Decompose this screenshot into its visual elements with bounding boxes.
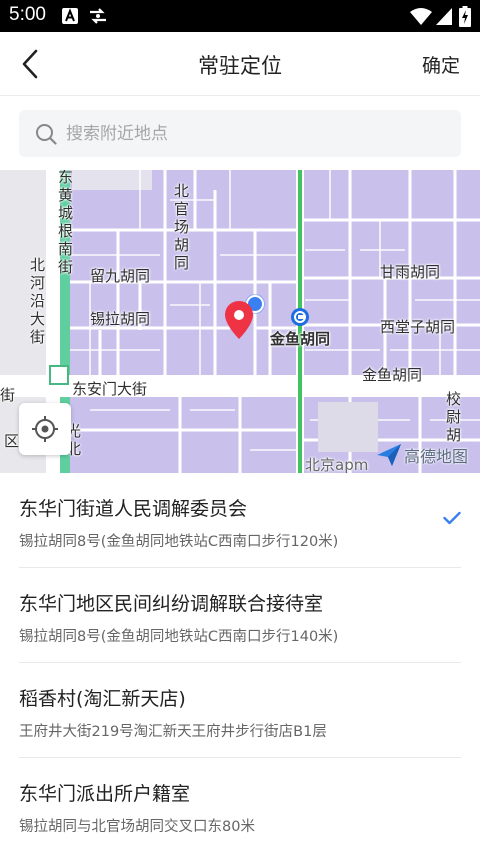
status-bar: 5:00: [0, 0, 480, 32]
place-name: 东华门街道人民调解委员会: [19, 498, 248, 520]
map-label-ganyu: 甘雨胡同: [380, 263, 441, 281]
place-name: 东华门地区民间纠纷调解联合接待室: [19, 593, 324, 615]
map-label-liujiu: 留九胡同: [90, 267, 151, 285]
checkmark-icon: [443, 511, 461, 525]
map-label-beiheyan: 北河沿大街: [30, 256, 46, 346]
map-label-beijing-apm: 北京apm: [305, 456, 369, 473]
gaode-logo: 高德地图: [376, 443, 468, 467]
back-button[interactable]: [12, 46, 48, 82]
gaode-logo-icon: [377, 444, 401, 466]
map-label-jinyu-metro: 金鱼胡同: [270, 330, 331, 348]
map-label-jie: 街: [0, 386, 16, 404]
search-input[interactable]: [66, 123, 446, 144]
list-item[interactable]: 东华门地区民间纠纷调解联合接待室 锡拉胡同8号(金鱼胡同地铁站C西南口步行140…: [19, 568, 461, 663]
status-time: 5:00: [9, 4, 46, 25]
locate-button[interactable]: [19, 403, 71, 455]
place-name: 稻香村(淘汇新天店): [19, 688, 186, 710]
map-label-xiaowei: 校尉胡: [446, 390, 462, 444]
metro-station-icon: [291, 308, 309, 326]
place-address: 锡拉胡同8号(金鱼胡同地铁站C西南口步行120米): [19, 534, 339, 550]
search-bar[interactable]: [19, 110, 461, 157]
crosshair-icon: [32, 416, 58, 442]
location-pin-icon: [225, 301, 253, 339]
map-label-dongan: 东安门大街: [72, 380, 148, 398]
gaode-logo-text: 高德地图: [404, 447, 469, 466]
map-label-beiguanchang: 北官场胡同: [174, 182, 190, 272]
map-label-qu: 区: [4, 432, 20, 450]
place-address: 锡拉胡同8号(金鱼胡同地铁站C西南口步行140米): [19, 629, 339, 645]
battery-charging-icon: [459, 6, 471, 27]
map-label-jinyu: 金鱼胡同: [362, 366, 423, 384]
map-label-xitangzi: 西堂子胡同: [380, 318, 456, 336]
chevron-left-icon: [22, 49, 38, 79]
place-name: 东华门派出所户籍室: [19, 783, 191, 805]
page-title: 常驻定位: [198, 54, 282, 78]
sync-icon: [90, 8, 106, 24]
map-area[interactable]: 北官场胡同 东黄城根南街 北河沿大街 留九胡同 锡拉胡同 甘雨胡同 金鱼胡同 西…: [0, 170, 480, 473]
confirm-button[interactable]: 确定: [422, 51, 460, 78]
place-address: 锡拉胡同与北官场胡同交叉口东80米: [19, 819, 255, 835]
notification-a-icon: [62, 8, 78, 24]
list-item[interactable]: 东华门街道人民调解委员会 锡拉胡同8号(金鱼胡同地铁站C西南口步行120米): [19, 473, 461, 568]
signal-icon: [436, 8, 452, 25]
place-address: 王府井大街219号淘汇新天王府井步行街店B1层: [19, 724, 327, 740]
place-list: 东华门街道人民调解委员会 锡拉胡同8号(金鱼胡同地铁站C西南口步行120米) 东…: [0, 473, 480, 853]
wifi-icon: [410, 8, 432, 25]
list-item[interactable]: 东华门派出所户籍室 锡拉胡同与北官场胡同交叉口东80米: [19, 758, 461, 853]
map-label-dongcheng: 东黄城根南街: [58, 170, 74, 276]
nav-bar: 常驻定位 确定: [0, 32, 480, 96]
list-item[interactable]: 稻香村(淘汇新天店) 王府井大街219号淘汇新天王府井步行街店B1层: [19, 663, 461, 758]
search-icon: [36, 123, 57, 145]
map-label-xila: 锡拉胡同: [90, 310, 151, 328]
